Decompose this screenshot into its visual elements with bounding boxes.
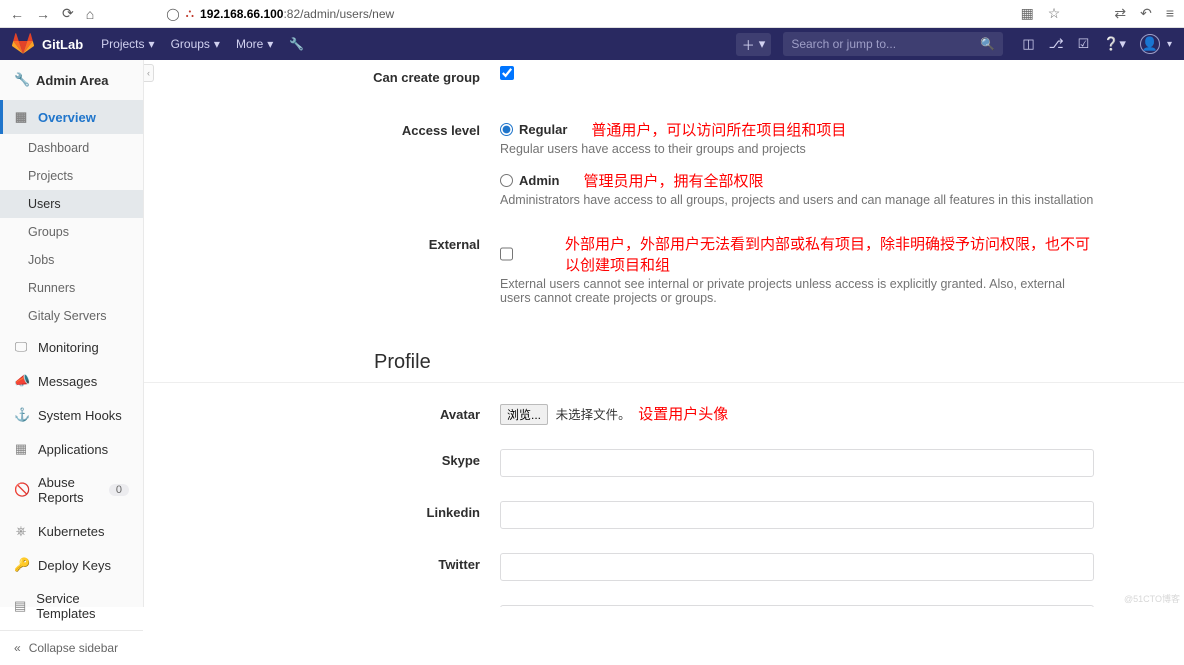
input-linkedin[interactable] <box>500 501 1094 529</box>
sidebar-sub-users[interactable]: Users <box>0 190 143 218</box>
help-regular: Regular users have access to their group… <box>500 142 1094 156</box>
apps-icon: ▦ <box>14 441 28 457</box>
gitlab-logo-icon[interactable] <box>12 33 34 55</box>
label-linkedin: Linkedin <box>144 501 500 520</box>
collapse-sidebar-button[interactable]: «Collapse sidebar <box>0 630 143 665</box>
label-can-create-group: Can create group <box>144 66 500 85</box>
sidebar-sub-dashboard[interactable]: Dashboard <box>0 134 143 162</box>
undo-icon[interactable]: ↶ <box>1140 5 1152 22</box>
bookmark-star-icon[interactable]: ☆ <box>1048 5 1061 22</box>
input-twitter[interactable] <box>500 553 1094 581</box>
global-search-input[interactable]: Search or jump to... 🔍 <box>783 32 1003 56</box>
sidebar-item-kubernetes[interactable]: ⎈Kubernetes <box>0 514 143 548</box>
help-icon[interactable]: ❔▾ <box>1103 36 1126 52</box>
abuse-count-badge: 0 <box>109 484 129 496</box>
extension-icon[interactable]: ⇄ <box>1114 5 1126 22</box>
monitor-icon: 🖵 <box>14 339 28 355</box>
nav-more[interactable]: More ▾ <box>236 37 273 51</box>
annotation-avatar: 设置用户头像 <box>638 406 728 423</box>
abuse-icon: 🚫 <box>14 482 28 498</box>
checkbox-external[interactable] <box>500 247 513 261</box>
new-dropdown[interactable]: ＋▾ <box>736 33 772 56</box>
sidebar-item-abuse-reports[interactable]: 🚫Abuse Reports0 <box>0 466 143 514</box>
issues-icon[interactable]: ◫ <box>1022 36 1034 52</box>
input-skype[interactable] <box>500 449 1094 477</box>
chevron-double-left-icon: « <box>14 641 21 655</box>
sidebar-sub-projects[interactable]: Projects <box>0 162 143 190</box>
chevron-down-icon: ▾ <box>267 37 273 51</box>
radio-admin[interactable] <box>500 174 513 187</box>
merge-requests-icon[interactable]: ⎇ <box>1049 36 1064 52</box>
annotation-admin: 管理员用户，拥有全部权限 <box>583 170 763 191</box>
chevron-down-icon: ▾ <box>1167 39 1172 50</box>
shield-icon: ◯ <box>166 7 179 21</box>
search-icon: 🔍 <box>980 37 995 51</box>
watermark: @51CTO博客 <box>1124 592 1180 605</box>
hook-icon: ⚓ <box>14 407 28 423</box>
todos-icon[interactable]: ☑ <box>1078 36 1090 52</box>
nav-admin-wrench-icon[interactable]: 🔧 <box>289 37 304 51</box>
lock-strike-icon: ⛬ <box>186 6 194 21</box>
sidebar-item-service-templates[interactable]: ▤Service Templates <box>0 582 143 630</box>
chevron-down-icon: ▾ <box>149 37 155 51</box>
radio-regular-label: Regular <box>519 122 567 137</box>
plus-icon: ＋ <box>742 35 755 54</box>
sidebar-item-messages[interactable]: 📣Messages <box>0 364 143 398</box>
sidebar-item-system-hooks[interactable]: ⚓System Hooks <box>0 398 143 432</box>
forward-icon[interactable]: → <box>36 6 50 22</box>
nav-projects[interactable]: Projects ▾ <box>101 37 154 51</box>
radio-admin-label: Admin <box>519 173 559 188</box>
back-icon[interactable]: ← <box>10 6 24 22</box>
reload-icon[interactable]: ⟳ <box>62 5 74 22</box>
sidebar-item-deploy-keys[interactable]: 🔑Deploy Keys <box>0 548 143 582</box>
checkbox-can-create-group[interactable] <box>500 66 514 80</box>
sidebar-item-overview[interactable]: ▦Overview <box>0 100 143 134</box>
qr-icon[interactable]: ▦ <box>1021 5 1034 22</box>
help-external: External users cannot see internal or pr… <box>500 277 1094 305</box>
key-icon: 🔑 <box>14 557 28 573</box>
kubernetes-icon: ⎈ <box>14 523 28 539</box>
url-text: 192.168.66.100:82/admin/users/new <box>200 7 394 21</box>
sidebar-sub-runners[interactable]: Runners <box>0 274 143 302</box>
profile-section-header: Profile <box>144 341 1184 383</box>
gitlab-topnav: GitLab Projects ▾ Groups ▾ More ▾ 🔧 ＋▾ S… <box>0 28 1184 60</box>
sidebar-item-applications[interactable]: ▦Applications <box>0 432 143 466</box>
sidebar-item-monitoring[interactable]: 🖵Monitoring <box>0 330 143 364</box>
sidebar-collapse-tab[interactable]: ‹ <box>144 64 154 82</box>
avatar-file-status: 未选择文件。 <box>556 408 631 422</box>
label-twitter: Twitter <box>144 553 500 572</box>
admin-sidebar: 🔧Admin Area ▦Overview Dashboard Projects… <box>0 60 144 607</box>
radio-regular[interactable] <box>500 123 513 136</box>
browser-toolbar: ← → ⟳ ⌂ ◯ ⛬ 192.168.66.100:82/admin/user… <box>0 0 1184 28</box>
annotation-regular: 普通用户，可以访问所在项目组和项目 <box>591 119 846 140</box>
help-admin: Administrators have access to all groups… <box>500 193 1094 207</box>
home-icon[interactable]: ⌂ <box>86 6 94 22</box>
label-external: External <box>144 233 500 252</box>
sidebar-sub-groups[interactable]: Groups <box>0 218 143 246</box>
wrench-icon: 🔧 <box>14 72 28 88</box>
chevron-down-icon: ▾ <box>759 36 766 52</box>
sidebar-sub-jobs[interactable]: Jobs <box>0 246 143 274</box>
label-avatar: Avatar <box>144 403 500 422</box>
nav-groups[interactable]: Groups ▾ <box>171 37 220 51</box>
chevron-down-icon: ▾ <box>214 37 220 51</box>
sidebar-header: 🔧Admin Area <box>0 60 143 100</box>
hamburger-icon[interactable]: ≡ <box>1166 5 1174 22</box>
label-access-level: Access level <box>144 119 500 138</box>
brand-label[interactable]: GitLab <box>42 37 83 52</box>
avatar-browse-button[interactable]: 浏览... <box>500 404 548 425</box>
user-avatar[interactable]: 👤 <box>1140 34 1160 54</box>
url-bar[interactable]: ◯ ⛬ 192.168.66.100:82/admin/users/new <box>166 6 948 21</box>
sidebar-sub-gitaly[interactable]: Gitaly Servers <box>0 302 143 330</box>
broadcast-icon: 📣 <box>14 373 28 389</box>
template-icon: ▤ <box>14 598 26 614</box>
main-content: Can create group Access level Regular 普通… <box>144 60 1184 607</box>
overview-icon: ▦ <box>14 109 28 125</box>
label-skype: Skype <box>144 449 500 468</box>
annotation-external: 外部用户，外部用户无法看到内部或私有项目，除非明确授予访问权限，也不可以创建项目… <box>565 233 1094 275</box>
